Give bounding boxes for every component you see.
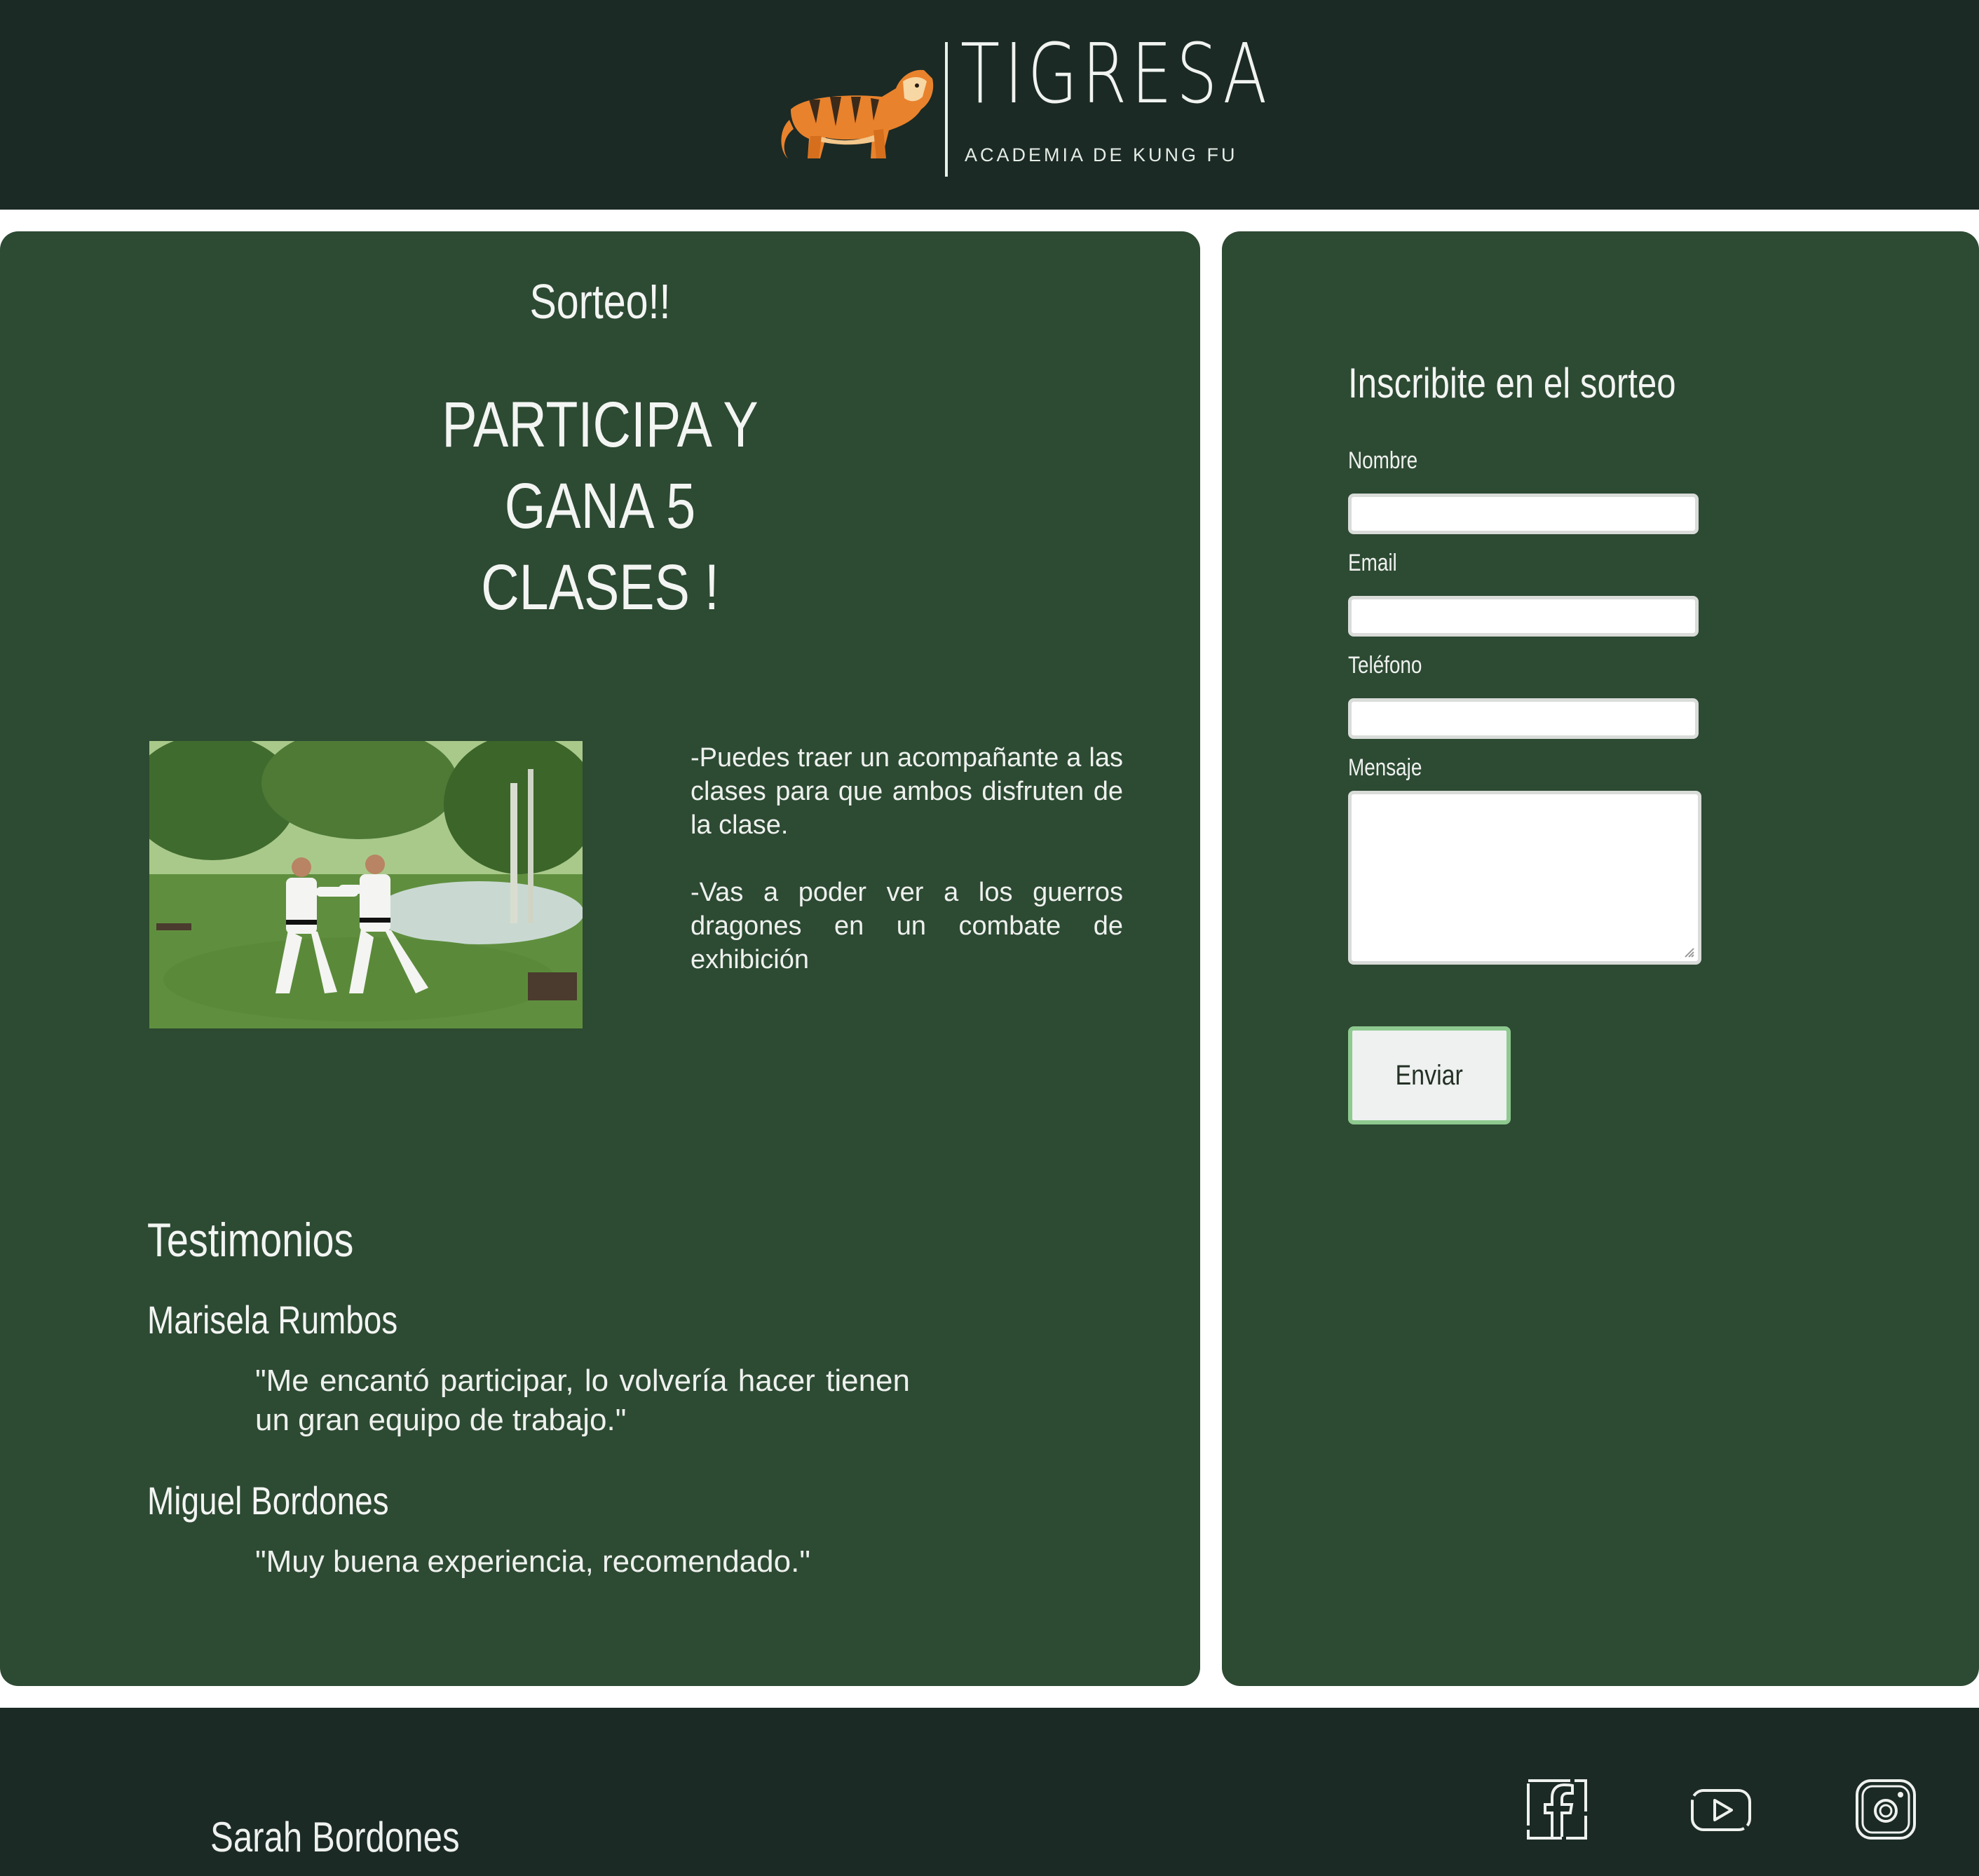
testimonial-author: Miguel Bordones (147, 1479, 389, 1523)
phone-label: Teléfono (1348, 652, 1422, 679)
headline-line-1: PARTICIPA Y GANA 5 (442, 389, 759, 542)
benefit-2: -Vas a poder ver a los guerros dragones … (691, 878, 1123, 974)
footer-author: Sarah Bordones (210, 1814, 460, 1861)
testimonial-quote: "Muy buena experiencia, recomendado." (255, 1544, 810, 1579)
tiger-icon (781, 69, 934, 158)
name-input[interactable] (1348, 494, 1699, 534)
email-input[interactable] (1348, 596, 1699, 637)
signup-panel: Inscribite en el sorteo Nombre Email Tel… (1222, 231, 1979, 1686)
kung-fu-photo (149, 741, 583, 1028)
youtube-icon[interactable] (1689, 1778, 1753, 1841)
message-label: Mensaje (1348, 754, 1422, 781)
logo-divider (945, 42, 948, 177)
promo-headline: PARTICIPA Y GANA 5 CLASES ! (370, 384, 830, 628)
headline-line-2: CLASES ! (481, 552, 719, 623)
submit-label: Enviar (1395, 1059, 1464, 1091)
name-label: Nombre (1348, 447, 1418, 474)
site-logo[interactable]: TIGRESA ACADEMIA DE KUNG FU (777, 32, 1267, 179)
submit-button[interactable]: Enviar (1348, 1026, 1511, 1124)
site-header: TIGRESA ACADEMIA DE KUNG FU (0, 0, 1979, 210)
email-label: Email (1348, 550, 1397, 576)
logo-title: TIGRESA (960, 25, 1272, 122)
instagram-icon[interactable] (1854, 1778, 1917, 1841)
promo-panel: Sorteo!! PARTICIPA Y GANA 5 CLASES ! -Pu… (0, 231, 1200, 1686)
form-title: Inscribite en el sorteo (1348, 360, 1676, 407)
testimonials-title: Testimonios (147, 1214, 354, 1267)
site-footer: Sarah Bordones (0, 1708, 1979, 1876)
phone-input[interactable] (1348, 698, 1699, 739)
promo-benefits: -Puedes traer un acompañante a las clase… (691, 741, 1123, 1010)
benefit-1: -Puedes traer un acompañante a las clase… (691, 743, 1123, 840)
promo-title: Sorteo!! (529, 274, 671, 329)
logo-subtitle: ACADEMIA DE KUNG FU (965, 144, 1238, 165)
testimonial-quote: "Me encantó participar, lo volvería hace… (255, 1364, 910, 1437)
message-textarea[interactable] (1348, 791, 1701, 965)
testimonial-author: Marisela Rumbos (147, 1298, 398, 1342)
resize-handle-icon[interactable] (1681, 944, 1695, 958)
facebook-icon[interactable] (1525, 1778, 1589, 1841)
